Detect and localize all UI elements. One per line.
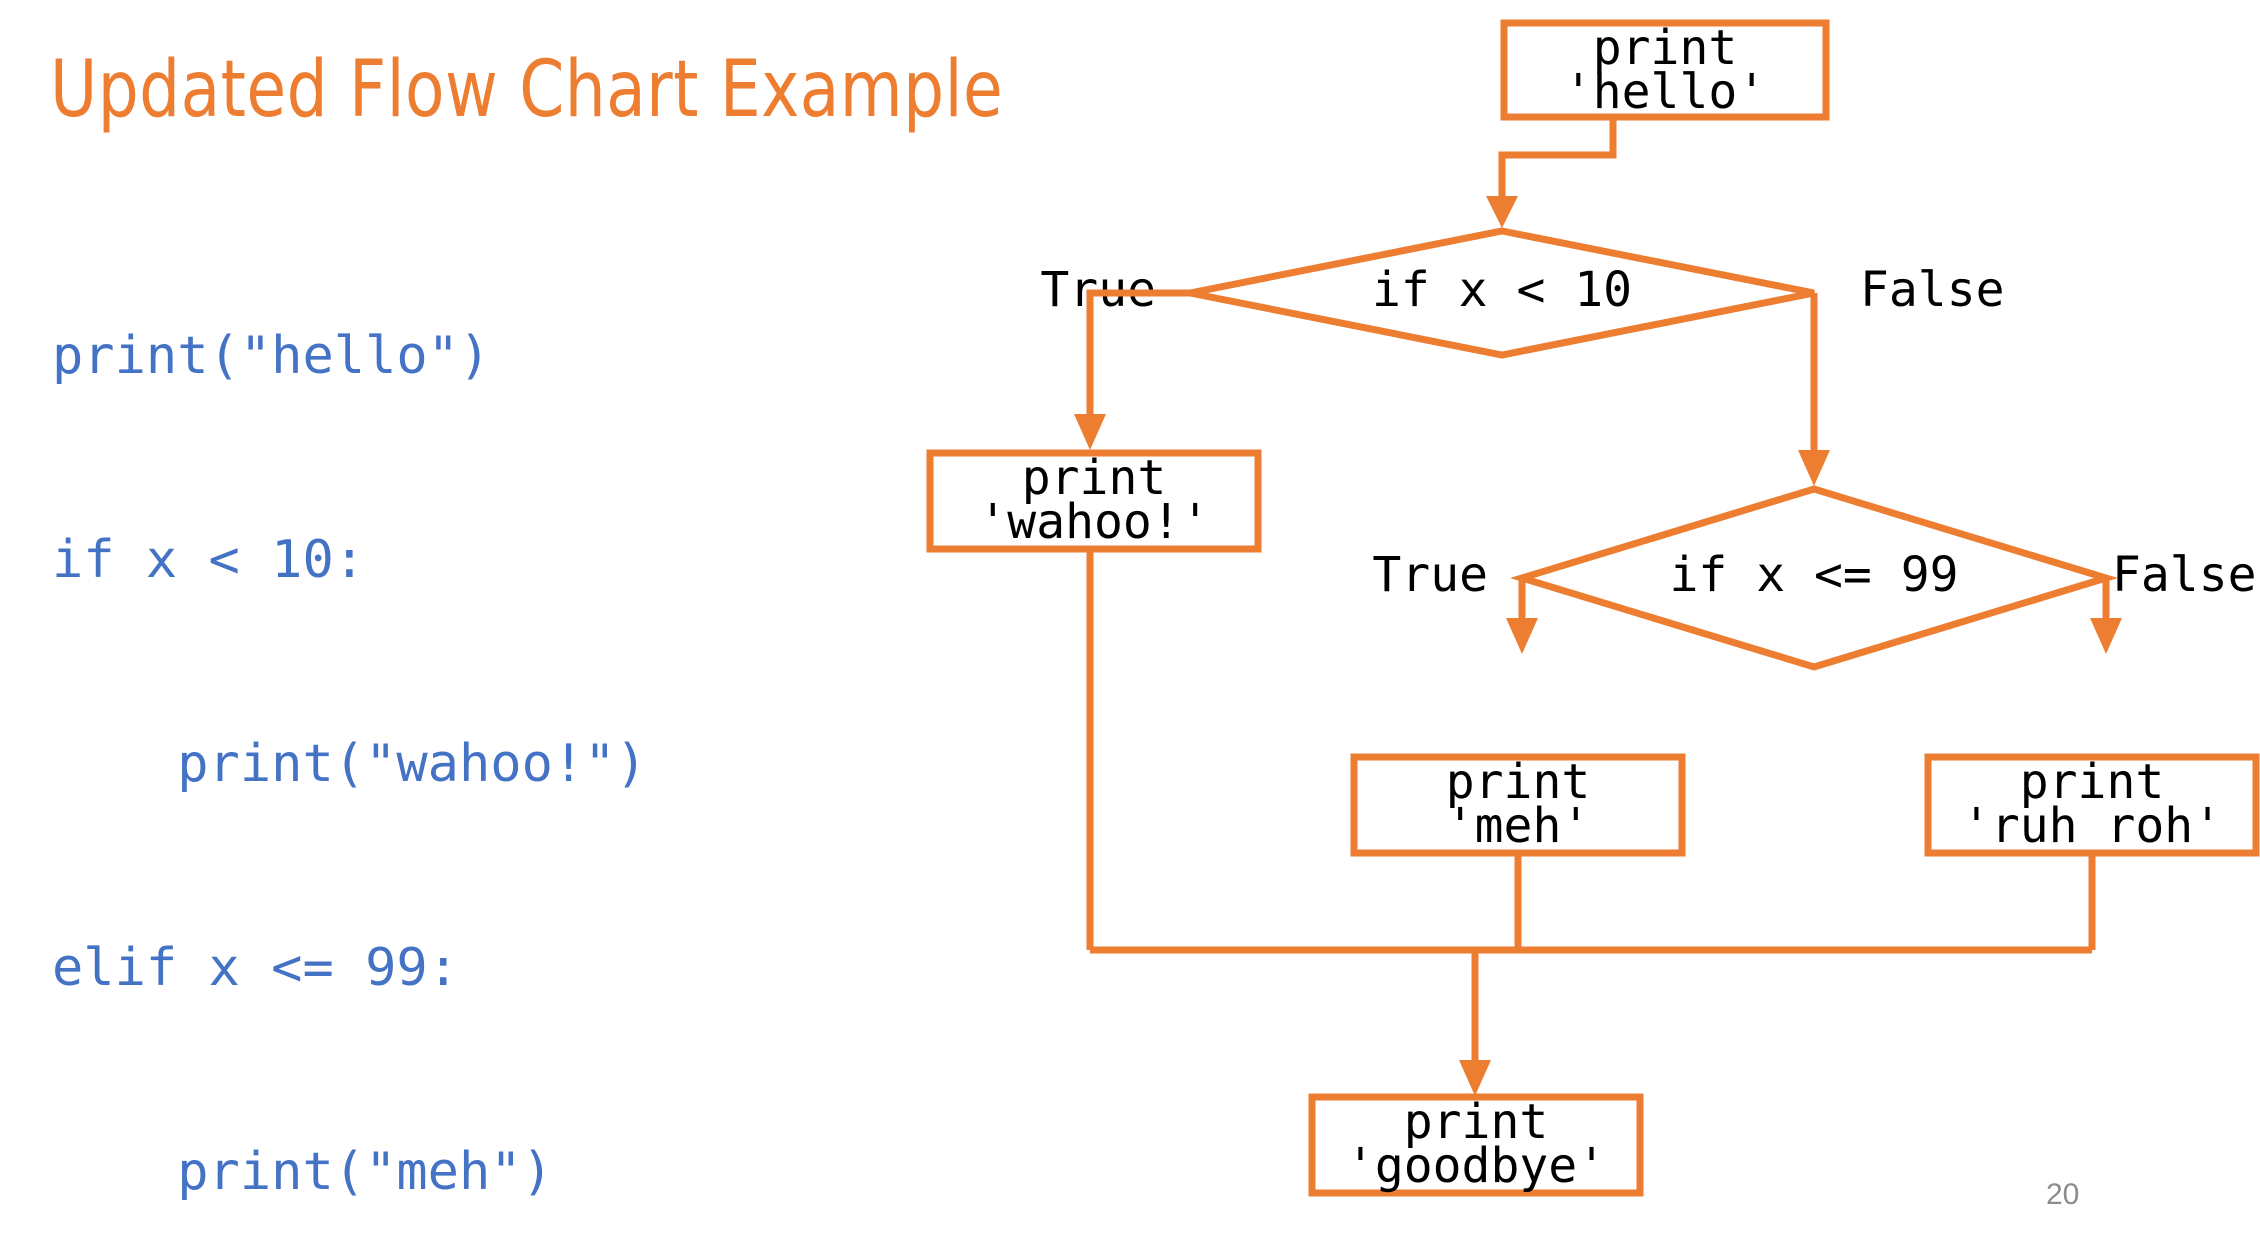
slide-canvas: Updated Flow Chart Example print("hello"…	[0, 0, 2260, 1255]
node-cond-x-lt-10-label: if x < 10	[1372, 262, 1632, 318]
arrowhead-cond1-true-to-wahoo	[1074, 414, 1106, 450]
edge-label-true-2: True	[1372, 547, 1488, 603]
node-print-goodbye-line2: 'goodbye'	[1346, 1138, 1606, 1194]
page-number: 20	[2046, 1178, 2080, 1211]
arrowhead-merge-to-goodbye	[1459, 1060, 1491, 1096]
node-print-hello-line2: 'hello'	[1564, 64, 1766, 120]
edge-label-false-2: False	[2112, 547, 2257, 603]
arrowhead-cond2-false-to-ruhroh	[2090, 618, 2122, 654]
node-cond-x-le-99-label: if x <= 99	[1670, 547, 1959, 603]
flowchart-diagram: print 'hello' if x < 10 True False print…	[926, 19, 2260, 1197]
edge-label-false-1: False	[1860, 262, 2005, 318]
arrowhead-cond2-true-to-meh	[1506, 618, 1538, 654]
edge-hello-to-cond1	[1498, 117, 1617, 205]
arrowhead-hello-to-cond1	[1486, 196, 1518, 228]
node-print-meh-line2: 'meh'	[1446, 798, 1591, 854]
node-print-ruh-roh-line2: 'ruh roh'	[1962, 798, 2222, 854]
node-print-wahoo-line2: 'wahoo!'	[978, 494, 1209, 550]
arrowhead-cond1-false-to-cond2	[1798, 450, 1830, 486]
